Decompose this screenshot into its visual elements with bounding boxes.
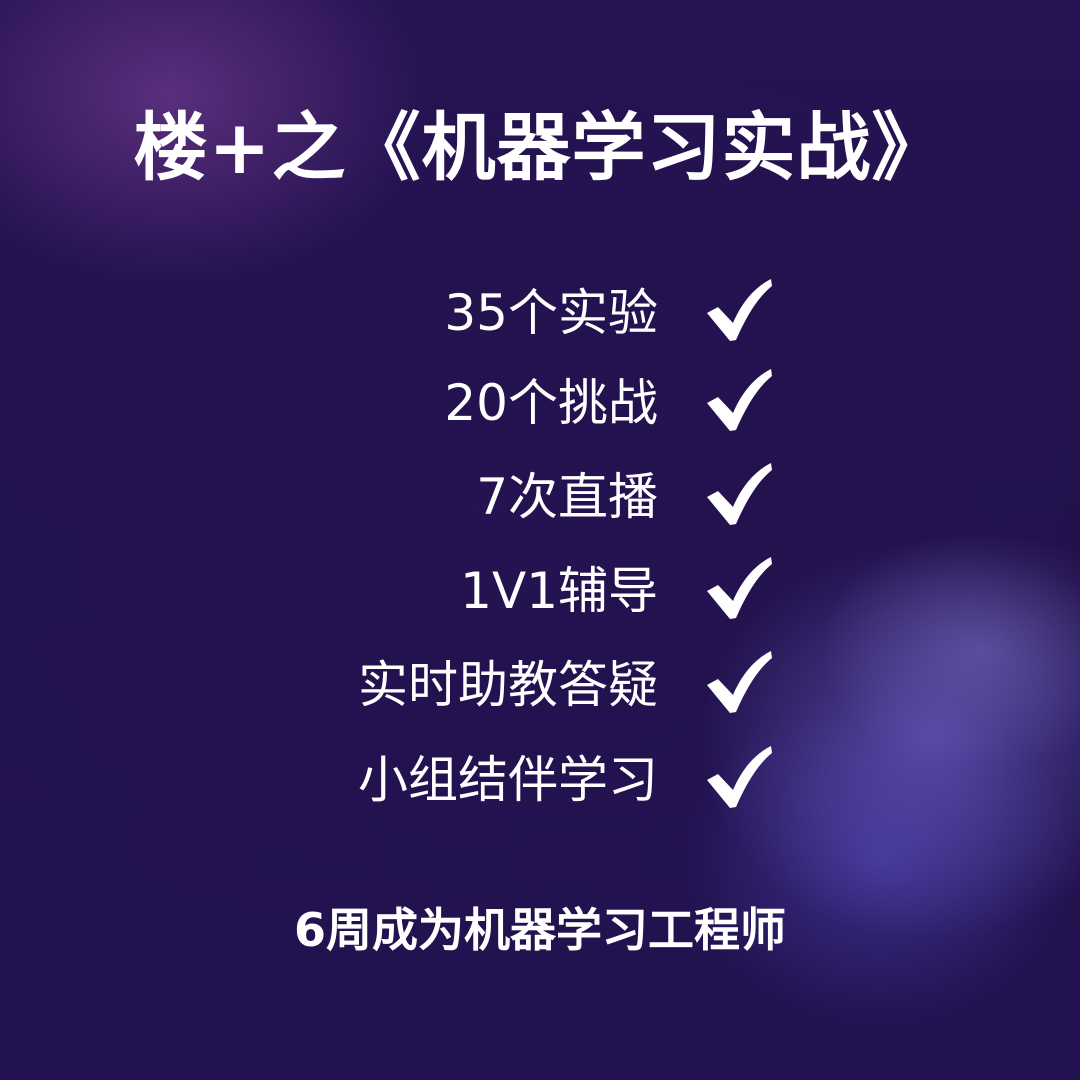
feature-label: 1V1辅导 — [460, 562, 658, 620]
feature-item: 实时助教答疑 — [0, 640, 1080, 730]
check-icon — [707, 369, 772, 431]
tagline: 6周成为机器学习工程师 — [293, 903, 786, 957]
feature-item: 1V1辅导 — [0, 546, 1080, 636]
check-icon — [707, 463, 772, 525]
page-title: 楼+之《机器学习实战》 — [133, 105, 947, 191]
feature-item: 小组结伴学习 — [0, 735, 1080, 825]
check-icon — [707, 746, 772, 808]
feature-label: 20个挑战 — [444, 374, 658, 432]
check-icon — [707, 279, 772, 341]
feature-item: 20个挑战 — [0, 358, 1080, 448]
check-icon — [707, 651, 772, 713]
feature-label: 7次直播 — [476, 468, 658, 526]
feature-item: 7次直播 — [0, 452, 1080, 542]
check-icon — [707, 557, 772, 619]
feature-label: 小组结伴学习 — [358, 751, 658, 809]
feature-label: 35个实验 — [444, 284, 658, 342]
feature-item: 35个实验 — [0, 268, 1080, 358]
feature-label: 实时助教答疑 — [358, 656, 658, 714]
